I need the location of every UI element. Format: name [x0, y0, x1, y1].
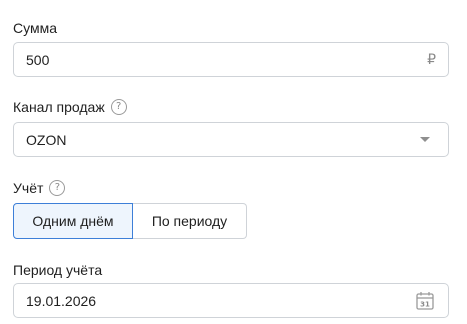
- sales-channel-value: OZON: [26, 131, 67, 148]
- sales-channel-label-text: Канал продаж: [13, 99, 105, 115]
- amount-value: 500: [26, 51, 50, 68]
- period-label: Период учёта: [13, 262, 102, 278]
- accounting-label-text: Учёт: [13, 180, 44, 196]
- period-label-text: Период учёта: [13, 262, 103, 278]
- help-icon[interactable]: ?: [110, 99, 127, 115]
- help-icon[interactable]: ?: [49, 180, 66, 196]
- option-one-day[interactable]: Одним днём: [13, 203, 133, 239]
- option-by-period[interactable]: По периоду: [133, 203, 247, 239]
- sales-channel-label: Канал продаж ?: [13, 99, 127, 115]
- amount-label: Сумма: [13, 20, 57, 36]
- calendar-day-number: 31: [420, 301, 430, 309]
- calendar-icon[interactable]: 31: [416, 291, 434, 310]
- ruble-currency-icon: ₽: [427, 51, 436, 67]
- period-date-value: 19.01.2026: [26, 292, 97, 309]
- chevron-down-icon: [420, 137, 430, 142]
- accounting-toggle: Одним днём По периоду: [13, 203, 247, 239]
- accounting-label: Учёт ?: [13, 180, 66, 196]
- sales-channel-select[interactable]: OZON: [13, 122, 449, 157]
- amount-input[interactable]: 500 ₽: [13, 42, 449, 77]
- payment-form: Сумма 500 ₽ Канал продаж ? OZON Учёт ? О…: [0, 0, 467, 324]
- amount-label-text: Сумма: [13, 20, 57, 36]
- period-date-input[interactable]: 19.01.2026 31: [13, 283, 449, 318]
